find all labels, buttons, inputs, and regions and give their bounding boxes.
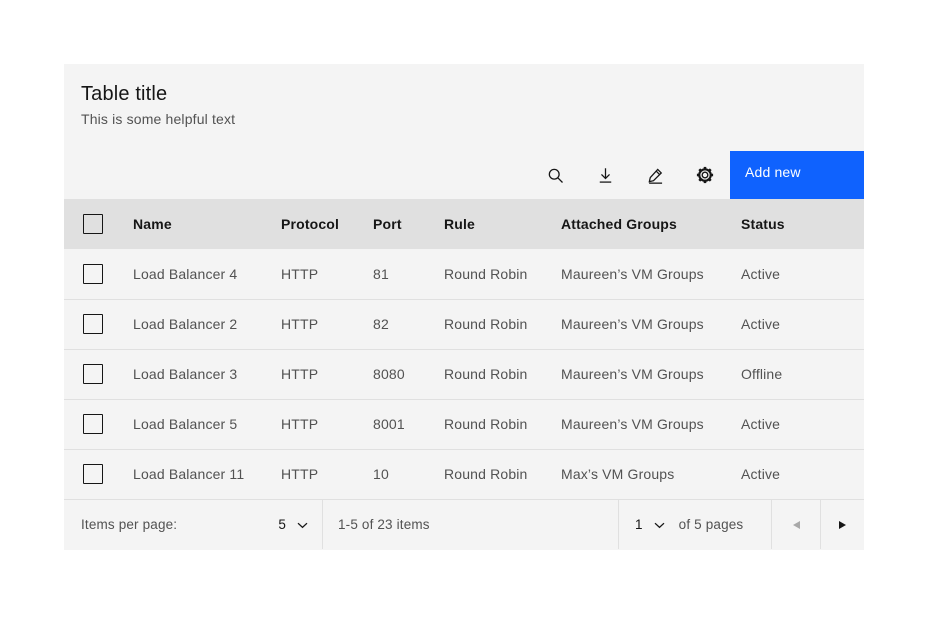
cell-name: Load Balancer 5 (133, 399, 281, 449)
cell-attached-groups: Max’s VM Groups (561, 449, 741, 499)
column-header-rule[interactable]: Rule (444, 199, 561, 249)
search-icon (547, 167, 564, 184)
table-header-row: Name Protocol Port Rule Attached Groups … (64, 199, 864, 249)
cell-name: Load Balancer 2 (133, 299, 281, 349)
table-toolbar: Add new (64, 151, 864, 199)
cell-port: 8080 (373, 349, 444, 399)
table-row: Load Balancer 2 HTTP 82 Round Robin Maur… (64, 299, 864, 349)
cell-rule: Round Robin (444, 399, 561, 449)
row-checkbox[interactable] (83, 464, 103, 485)
download-button[interactable] (580, 151, 630, 199)
cell-status: Active (741, 449, 864, 499)
chevron-down-icon (654, 517, 665, 532)
table-row: Load Balancer 11 HTTP 10 Round Robin Max… (64, 449, 864, 499)
cell-rule: Round Robin (444, 349, 561, 399)
caret-left-icon (792, 520, 800, 529)
pagination-bar: Items per page: 5 1-5 of 23 items 1 of 5… (64, 499, 864, 549)
search-button[interactable] (530, 151, 580, 199)
table-row: Load Balancer 5 HTTP 8001 Round Robin Ma… (64, 399, 864, 449)
next-page-button[interactable] (821, 500, 864, 549)
cell-protocol: HTTP (281, 399, 373, 449)
gear-icon (696, 166, 714, 184)
cell-name: Load Balancer 3 (133, 349, 281, 399)
cell-rule: Round Robin (444, 249, 561, 299)
edit-pencil-icon (647, 167, 664, 184)
row-checkbox[interactable] (83, 314, 103, 334)
previous-page-button[interactable] (772, 500, 820, 549)
table-title: Table title (81, 83, 168, 105)
data-table-card: Table title This is some helpful text Ad… (64, 64, 864, 550)
cell-rule: Round Robin (444, 449, 561, 499)
cell-name: Load Balancer 11 (133, 449, 281, 499)
page-number-section: 1 of 5 pages (619, 500, 771, 549)
table-row: Load Balancer 3 HTTP 8080 Round Robin Ma… (64, 349, 864, 399)
cell-port: 8001 (373, 399, 444, 449)
cell-port: 10 (373, 449, 444, 499)
page-number-select[interactable]: 1 (629, 500, 671, 549)
cell-name: Load Balancer 4 (133, 249, 281, 299)
items-per-page-value: 5 (278, 517, 286, 532)
cell-attached-groups: Maureen’s VM Groups (561, 249, 741, 299)
cell-protocol: HTTP (281, 449, 373, 499)
items-per-page-section: Items per page: 5 (64, 500, 322, 549)
cell-status: Active (741, 249, 864, 299)
cell-attached-groups: Maureen’s VM Groups (561, 349, 741, 399)
add-new-button[interactable]: Add new (730, 151, 864, 199)
row-checkbox[interactable] (83, 263, 103, 284)
data-table: Name Protocol Port Rule Attached Groups … (64, 199, 864, 499)
cell-attached-groups: Maureen’s VM Groups (561, 399, 741, 449)
cell-rule: Round Robin (444, 299, 561, 349)
edit-button[interactable] (630, 151, 680, 199)
column-header-port[interactable]: Port (373, 199, 444, 249)
table-header-section: Table title This is some helpful text (64, 64, 864, 151)
row-checkbox[interactable] (83, 364, 103, 384)
select-all-checkbox[interactable] (83, 214, 103, 234)
cell-status: Active (741, 399, 864, 449)
settings-button[interactable] (680, 151, 730, 199)
items-per-page-label: Items per page: (81, 517, 178, 532)
download-icon (597, 167, 614, 184)
column-header-name[interactable]: Name (133, 199, 281, 249)
item-range-text: 1-5 of 23 items (338, 517, 430, 532)
cell-protocol: HTTP (281, 249, 373, 299)
caret-right-icon (839, 520, 846, 529)
cell-protocol: HTTP (281, 299, 373, 349)
cell-status: Offline (741, 349, 864, 399)
chevron-down-icon (297, 517, 308, 532)
cell-port: 81 (373, 249, 444, 299)
row-checkbox[interactable] (83, 414, 103, 434)
total-pages-label: of 5 pages (678, 517, 744, 532)
items-per-page-select[interactable]: 5 (272, 500, 314, 549)
cell-status: Active (741, 299, 864, 349)
column-header-attached-groups[interactable]: Attached Groups (561, 199, 741, 249)
page-number-value: 1 (635, 517, 643, 532)
table-row: Load Balancer 4 HTTP 81 Round Robin Maur… (64, 249, 864, 299)
column-header-status[interactable]: Status (741, 199, 864, 249)
table-helper-text: This is some helpful text (81, 111, 236, 127)
cell-protocol: HTTP (281, 349, 373, 399)
cell-port: 82 (373, 299, 444, 349)
cell-attached-groups: Maureen’s VM Groups (561, 299, 741, 349)
column-header-protocol[interactable]: Protocol (281, 199, 373, 249)
